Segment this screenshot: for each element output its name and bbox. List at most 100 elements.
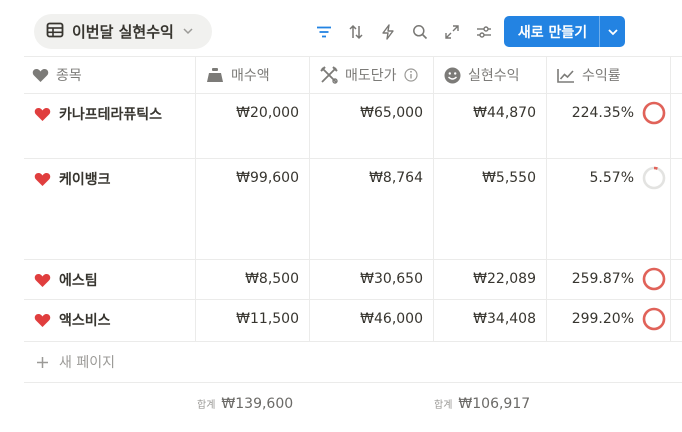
view-selector[interactable]: 이번달 실현수익 xyxy=(34,14,212,49)
cell-extra xyxy=(671,94,682,158)
cell-extra xyxy=(671,159,682,259)
column-header-name[interactable]: 종목 xyxy=(24,57,196,93)
add-page-row[interactable]: 새 페이지 xyxy=(24,342,682,383)
column-header-sell[interactable]: 매도단가 xyxy=(310,57,434,93)
view-label: 이번달 실현수익 xyxy=(72,23,174,41)
buy-value: ₩11,500 xyxy=(236,311,299,327)
database-table: 종목 매수액 매도단가 실현수익 수익률 카나프테라퓨틱스 ₩20,000 ₩6… xyxy=(24,56,682,383)
cell-rate[interactable]: 224.35% xyxy=(547,94,671,158)
table-row[interactable]: 카나프테라퓨틱스 ₩20,000 ₩65,000 ₩44,870 224.35% xyxy=(24,94,682,159)
heart-icon xyxy=(34,313,51,327)
toolbar-actions xyxy=(312,18,496,46)
sort-button[interactable] xyxy=(344,18,368,46)
sort-icon xyxy=(349,24,363,40)
column-label: 실현수익 xyxy=(468,68,520,84)
cell-sell[interactable]: ₩30,650 xyxy=(310,260,434,299)
column-label: 매도단가 xyxy=(345,68,397,84)
row-name: 케이뱅크 xyxy=(59,172,111,188)
row-name: 에스팀 xyxy=(59,273,98,289)
cell-name[interactable]: 에스팀 xyxy=(24,260,196,299)
trend-chart-icon xyxy=(557,68,574,83)
table-header: 종목 매수액 매도단가 실현수익 수익률 xyxy=(24,56,682,94)
buy-value: ₩99,600 xyxy=(236,170,299,186)
lightning-icon xyxy=(382,24,394,40)
rate-value: 5.57% xyxy=(589,170,634,186)
heart-icon xyxy=(34,273,51,287)
column-label: 수익률 xyxy=(582,68,621,84)
row-name: 카나프테라퓨틱스 xyxy=(59,107,163,123)
weight-icon xyxy=(207,68,223,82)
column-header-extra xyxy=(671,57,682,93)
toolbar: 이번달 실현수익 새로 만들기 xyxy=(0,0,682,56)
cell-name[interactable]: 액스비스 xyxy=(24,300,196,341)
table-row[interactable]: 케이뱅크 ₩99,600 ₩8,764 ₩5,550 5.57% xyxy=(24,159,682,260)
cell-buy[interactable]: ₩11,500 xyxy=(196,300,310,341)
new-button[interactable]: 새로 만들기 xyxy=(504,16,625,47)
cell-rate[interactable]: 5.57% xyxy=(547,159,671,259)
cell-sell[interactable]: ₩65,000 xyxy=(310,94,434,158)
profit-value: ₩44,870 xyxy=(473,105,536,121)
profit-value: ₩22,089 xyxy=(473,271,536,287)
new-button-dropdown[interactable] xyxy=(599,16,625,47)
search-button[interactable] xyxy=(408,18,432,46)
table-row[interactable]: 액스비스 ₩11,500 ₩46,000 ₩34,408 299.20% xyxy=(24,300,682,342)
cell-profit[interactable]: ₩34,408 xyxy=(434,300,547,341)
buy-value: ₩8,500 xyxy=(245,271,299,287)
cell-name[interactable]: 케이뱅크 xyxy=(24,159,196,259)
automation-button[interactable] xyxy=(376,18,400,46)
cell-extra xyxy=(671,260,682,299)
sum-buy[interactable]: 합계 ₩139,600 xyxy=(197,396,293,412)
row-name: 액스비스 xyxy=(59,313,111,329)
summary-row: 합계 ₩139,600 합계 ₩106,917 xyxy=(0,386,682,426)
heart-icon xyxy=(32,68,49,82)
settings-button[interactable] xyxy=(472,18,496,46)
rate-value: 224.35% xyxy=(571,105,634,121)
table-row[interactable]: 에스팀 ₩8,500 ₩30,650 ₩22,089 259.87% xyxy=(24,260,682,300)
rate-value: 259.87% xyxy=(571,271,634,287)
column-header-rate[interactable]: 수익률 xyxy=(547,57,671,93)
sum-value: ₩139,600 xyxy=(221,396,294,412)
sum-profit[interactable]: 합계 ₩106,917 xyxy=(434,396,530,412)
cell-rate[interactable]: 299.20% xyxy=(547,300,671,341)
sell-value: ₩8,764 xyxy=(369,170,423,186)
progress-ring xyxy=(642,307,666,331)
cell-profit[interactable]: ₩44,870 xyxy=(434,94,547,158)
cell-sell[interactable]: ₩8,764 xyxy=(310,159,434,259)
info-icon xyxy=(403,68,418,82)
cell-extra xyxy=(671,300,682,341)
expand-icon xyxy=(445,25,459,39)
progress-ring xyxy=(642,267,666,291)
progress-ring xyxy=(642,101,666,125)
expand-button[interactable] xyxy=(440,18,464,46)
filter-button[interactable] xyxy=(312,18,336,46)
cell-rate[interactable]: 259.87% xyxy=(547,260,671,299)
cell-buy[interactable]: ₩20,000 xyxy=(196,94,310,158)
cell-buy[interactable]: ₩99,600 xyxy=(196,159,310,259)
table-icon xyxy=(46,22,64,42)
cell-profit[interactable]: ₩22,089 xyxy=(434,260,547,299)
cell-buy[interactable]: ₩8,500 xyxy=(196,260,310,299)
new-button-label[interactable]: 새로 만들기 xyxy=(504,16,599,47)
sum-label: 합계 xyxy=(197,400,216,411)
sell-value: ₩30,650 xyxy=(360,271,423,287)
filter-icon xyxy=(317,26,331,38)
progress-ring xyxy=(642,166,666,190)
sum-label: 합계 xyxy=(434,400,453,411)
column-header-buy[interactable]: 매수액 xyxy=(196,57,310,93)
search-icon xyxy=(413,25,428,40)
sell-value: ₩65,000 xyxy=(360,105,423,121)
add-page-label: 새 페이지 xyxy=(59,355,115,371)
profit-value: ₩34,408 xyxy=(473,311,536,327)
chevron-down-icon xyxy=(607,28,618,35)
column-header-profit[interactable]: 실현수익 xyxy=(434,57,547,93)
column-label: 매수액 xyxy=(231,68,270,84)
cell-profit[interactable]: ₩5,550 xyxy=(434,159,547,259)
chevron-down-icon xyxy=(182,22,194,41)
sell-value: ₩46,000 xyxy=(360,311,423,327)
plus-icon xyxy=(37,356,48,368)
heart-icon xyxy=(34,107,51,121)
sum-value: ₩106,917 xyxy=(458,396,531,412)
cell-sell[interactable]: ₩46,000 xyxy=(310,300,434,341)
cell-name[interactable]: 카나프테라퓨틱스 xyxy=(24,94,196,158)
crossed-tools-icon xyxy=(320,66,338,84)
